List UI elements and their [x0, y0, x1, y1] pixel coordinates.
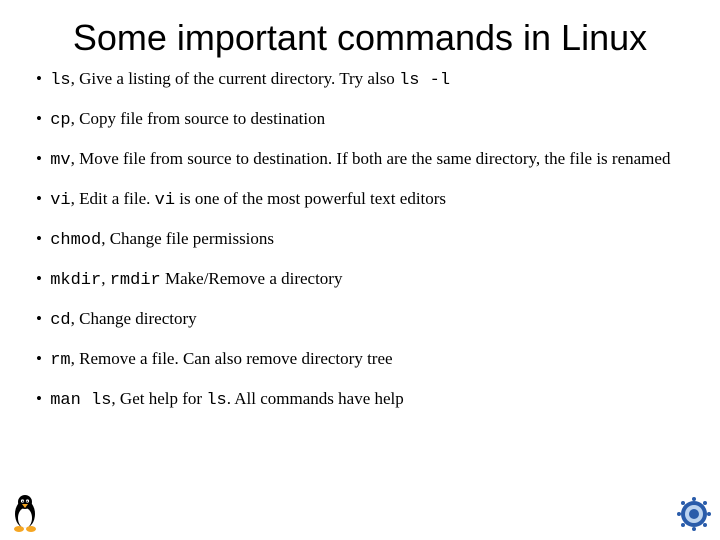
- description-text: , Copy file from source to destination: [71, 109, 325, 128]
- command-list: • ls, Give a listing of the current dire…: [36, 68, 684, 413]
- command-code: rmdir: [110, 271, 161, 290]
- list-item: • cd, Change directory: [36, 308, 684, 332]
- inline-code: ls: [206, 391, 226, 410]
- description-text: , Remove a file. Can also remove directo…: [71, 349, 393, 368]
- description-text: Make/Remove a directory: [161, 269, 343, 288]
- list-item: • mv, Move file from source to destinati…: [36, 148, 684, 172]
- bullet: •: [36, 69, 42, 88]
- list-item: • ls, Give a listing of the current dire…: [36, 68, 684, 92]
- command-code: man ls: [50, 391, 111, 410]
- seal-icon: [676, 496, 712, 532]
- list-item: • cp, Copy file from source to destinati…: [36, 108, 684, 132]
- bullet: •: [36, 349, 42, 368]
- command-code: rm: [50, 351, 70, 370]
- command-code: cd: [50, 311, 70, 330]
- inline-code: vi: [155, 191, 175, 210]
- inline-code: ls -l: [399, 71, 450, 90]
- command-code: mv: [50, 151, 70, 170]
- description-text: , Change directory: [71, 309, 197, 328]
- tux-icon: [8, 492, 42, 532]
- description-text: , Edit a file.: [71, 189, 155, 208]
- bullet: •: [36, 229, 42, 248]
- description-text: . All commands have help: [227, 389, 404, 408]
- description-text: , Give a listing of the current director…: [71, 69, 399, 88]
- bullet: •: [36, 109, 42, 128]
- description-text: is one of the most powerful text editors: [175, 189, 446, 208]
- command-code: chmod: [50, 231, 101, 250]
- list-item: • vi, Edit a file. vi is one of the most…: [36, 188, 684, 212]
- bullet: •: [36, 149, 42, 168]
- list-item: • man ls, Get help for ls. All commands …: [36, 388, 684, 412]
- description-text: , Change file permissions: [101, 229, 274, 248]
- description-text: , Get help for: [111, 389, 206, 408]
- bullet: •: [36, 309, 42, 328]
- description-text: , Move file from source to destination. …: [71, 149, 671, 168]
- bullet: •: [36, 389, 42, 408]
- command-code: ls: [50, 71, 70, 90]
- join-text: ,: [101, 269, 110, 288]
- command-code: cp: [50, 111, 70, 130]
- slide-title: Some important commands in Linux: [36, 18, 684, 58]
- slide: Some important commands in Linux • ls, G…: [0, 0, 720, 412]
- list-item: • chmod, Change file permissions: [36, 228, 684, 252]
- list-item: • mkdir, rmdir Make/Remove a directory: [36, 268, 684, 292]
- bullet: •: [36, 269, 42, 288]
- list-item: • rm, Remove a file. Can also remove dir…: [36, 348, 684, 372]
- bullet: •: [36, 189, 42, 208]
- command-code: mkdir: [50, 271, 101, 290]
- command-code: vi: [50, 191, 70, 210]
